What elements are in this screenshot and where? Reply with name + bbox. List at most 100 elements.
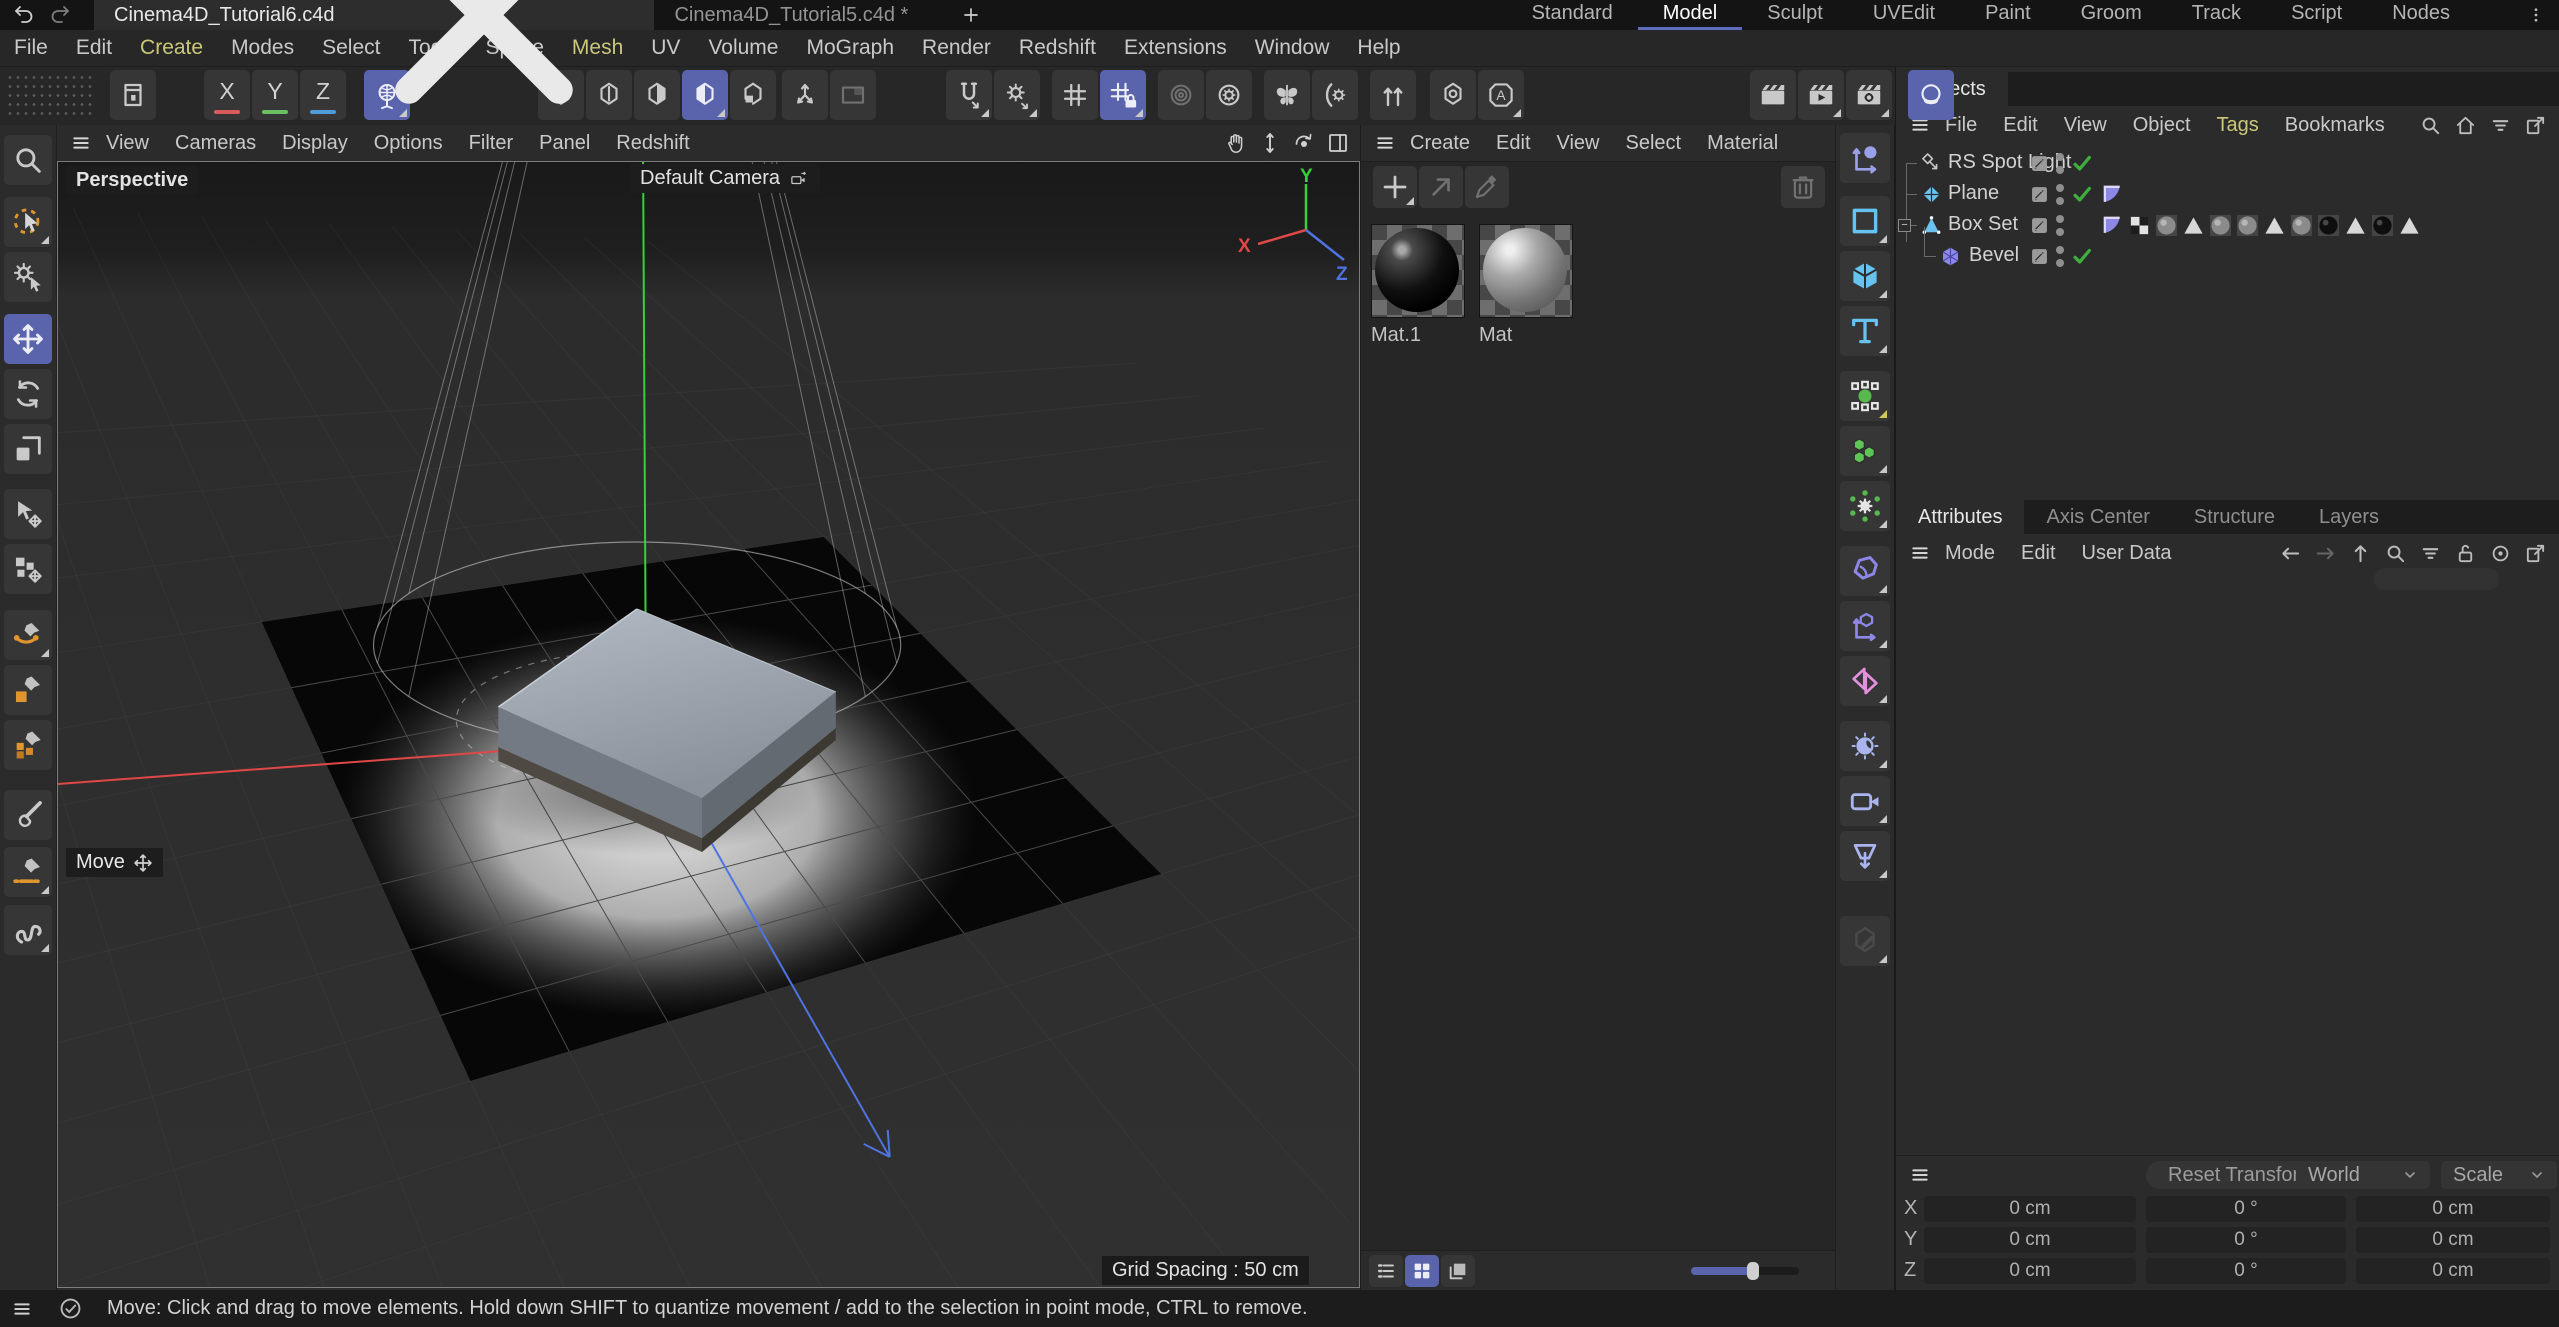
document-tab-2[interactable]: Cinema4D_Tutorial5.c4d * xyxy=(654,0,928,30)
enable-toggle-icon[interactable] xyxy=(2029,246,2050,267)
attributes-menu-mode[interactable]: Mode xyxy=(1932,542,2008,565)
layout-paint[interactable]: Paint xyxy=(1960,0,2056,30)
material-thumbnail[interactable] xyxy=(1479,224,1573,318)
tree-row-plane[interactable]: Plane xyxy=(1896,179,2559,210)
rotation-field-x[interactable]: 0 ° xyxy=(2146,1196,2346,1222)
quantize-button[interactable] xyxy=(994,70,1040,120)
deformer-button[interactable] xyxy=(1840,546,1890,596)
object-label[interactable]: Box Set xyxy=(1948,213,2018,236)
isolate-button[interactable] xyxy=(1430,70,1476,120)
menu-mograph[interactable]: MoGraph xyxy=(792,36,908,60)
new-material-button[interactable] xyxy=(1373,166,1417,208)
polygon-pen-tool[interactable] xyxy=(4,665,52,715)
polygons-solid-mode-button[interactable] xyxy=(682,70,728,120)
viewport-canvas[interactable]: Perspective Default Camera YXZ Move Grid… xyxy=(57,161,1360,1288)
tree-row-box-set[interactable]: −Box Set xyxy=(1896,210,2559,241)
panel-divider[interactable] xyxy=(1895,67,1896,1290)
material-black-tag-icon[interactable] xyxy=(2371,214,2394,237)
move-tool[interactable] xyxy=(4,314,52,364)
search-icon[interactable] xyxy=(2384,542,2407,565)
layout-track[interactable]: Track xyxy=(2167,0,2266,30)
layout-sculpt[interactable]: Sculpt xyxy=(1742,0,1848,30)
primitive-cube-button[interactable] xyxy=(1840,251,1890,301)
filter-icon[interactable] xyxy=(2419,542,2442,565)
phong-tag-icon[interactable] xyxy=(2101,183,2124,206)
tab-axis-center[interactable]: Axis Center xyxy=(2024,500,2171,534)
position-field-y[interactable]: 0 cm xyxy=(1924,1227,2136,1253)
enabled-check-icon[interactable] xyxy=(2071,152,2093,174)
filter-icon[interactable] xyxy=(2489,114,2512,137)
tree-row-bevel[interactable]: Bevel xyxy=(1896,241,2559,272)
attributes-menu-edit[interactable]: Edit xyxy=(2008,542,2068,565)
rotate-view-icon[interactable] xyxy=(1292,131,1316,155)
coordinate-mode-dropdown[interactable]: Scale xyxy=(2441,1161,2557,1189)
pick-material-button[interactable] xyxy=(1465,166,1509,208)
model-mode-button[interactable] xyxy=(730,70,776,120)
redo-icon[interactable] xyxy=(48,3,72,27)
object-label[interactable]: Bevel xyxy=(1969,244,2019,267)
thumbnail-size-slider[interactable] xyxy=(1691,1267,1799,1275)
auto-mode-button[interactable]: A xyxy=(1478,70,1524,120)
view-label[interactable]: Perspective xyxy=(66,166,198,195)
material-item[interactable]: Mat.1 xyxy=(1371,224,1465,347)
objects-menu-tags[interactable]: Tags xyxy=(2204,114,2272,137)
objects-menu-edit[interactable]: Edit xyxy=(1990,114,2050,137)
coordinates-menu-icon[interactable] xyxy=(1908,1165,1932,1185)
text-object-button[interactable] xyxy=(1840,306,1890,356)
material-gray-tag-icon[interactable] xyxy=(2236,214,2259,237)
spline-primitives-button[interactable] xyxy=(1840,196,1890,246)
tab-layers[interactable]: Layers xyxy=(2297,500,2401,534)
annotate-button[interactable] xyxy=(1840,916,1890,966)
menu-help[interactable]: Help xyxy=(1343,36,1414,60)
menu-modes[interactable]: Modes xyxy=(217,36,308,60)
polygons-mode-button[interactable] xyxy=(634,70,680,120)
modifier-axis-button[interactable] xyxy=(1840,601,1890,651)
scale-tool[interactable] xyxy=(4,424,52,474)
tweak-tool[interactable] xyxy=(4,252,52,302)
normals-button[interactable] xyxy=(1370,70,1416,120)
lock-y-axis-button[interactable]: Y xyxy=(252,70,298,120)
arrow-up-icon[interactable] xyxy=(2349,542,2372,565)
lock-x-axis-button[interactable]: X xyxy=(204,70,250,120)
material-grid-view-button[interactable] xyxy=(1405,1255,1439,1287)
zoom-icon[interactable] xyxy=(1258,131,1282,155)
slider-handle[interactable] xyxy=(1747,1262,1759,1280)
material-list-view-button[interactable] xyxy=(1369,1255,1403,1287)
new-tab-icon[interactable] xyxy=(962,6,980,24)
live-selection-tool[interactable] xyxy=(4,197,52,247)
viewport-menu-view[interactable]: View xyxy=(93,132,162,155)
materials-menu-create[interactable]: Create xyxy=(1397,132,1483,155)
material-gray-tag-icon[interactable] xyxy=(2290,214,2313,237)
layout-uvedit[interactable]: UVEdit xyxy=(1848,0,1960,30)
materials-menu-edit[interactable]: Edit xyxy=(1483,132,1543,155)
workplane-mode-button[interactable] xyxy=(830,70,876,120)
delete-material-button[interactable] xyxy=(1781,166,1825,208)
falloff-button[interactable] xyxy=(1158,70,1204,120)
visibility-dots[interactable] xyxy=(2056,215,2064,236)
maximize-view-icon[interactable] xyxy=(1326,131,1350,155)
open-new-icon[interactable] xyxy=(2524,114,2547,137)
camera-label[interactable]: Default Camera xyxy=(630,164,820,193)
layout-overflow-icon[interactable] xyxy=(2527,4,2545,26)
selection-tag-icon[interactable] xyxy=(2263,214,2286,237)
arrow-left-icon[interactable] xyxy=(2279,542,2302,565)
menu-extensions[interactable]: Extensions xyxy=(1110,36,1241,60)
axis-mode-button[interactable] xyxy=(782,70,828,120)
transform-tool[interactable] xyxy=(4,489,52,539)
enabled-check-icon[interactable] xyxy=(2071,183,2093,205)
attributes-menu-icon[interactable] xyxy=(1908,543,1932,563)
snap-button[interactable] xyxy=(946,70,992,120)
camera-button[interactable] xyxy=(1840,776,1890,826)
redshift-render-button[interactable] xyxy=(1908,70,1954,120)
enable-toggle-icon[interactable] xyxy=(2029,184,2050,205)
simulation-button[interactable] xyxy=(1840,481,1890,531)
volume-button[interactable] xyxy=(1840,426,1890,476)
lock-icon[interactable] xyxy=(2454,542,2477,565)
tree-row-rs-spot-light[interactable]: RS Spot Light xyxy=(1896,148,2559,179)
objects-menu-view[interactable]: View xyxy=(2051,114,2120,137)
environment-button[interactable] xyxy=(1840,721,1890,771)
enabled-check-icon[interactable] xyxy=(2071,245,2093,267)
objects-menu-bookmarks[interactable]: Bookmarks xyxy=(2272,114,2398,137)
selection-tag-icon[interactable] xyxy=(2182,214,2205,237)
objects-menu-object[interactable]: Object xyxy=(2120,114,2204,137)
